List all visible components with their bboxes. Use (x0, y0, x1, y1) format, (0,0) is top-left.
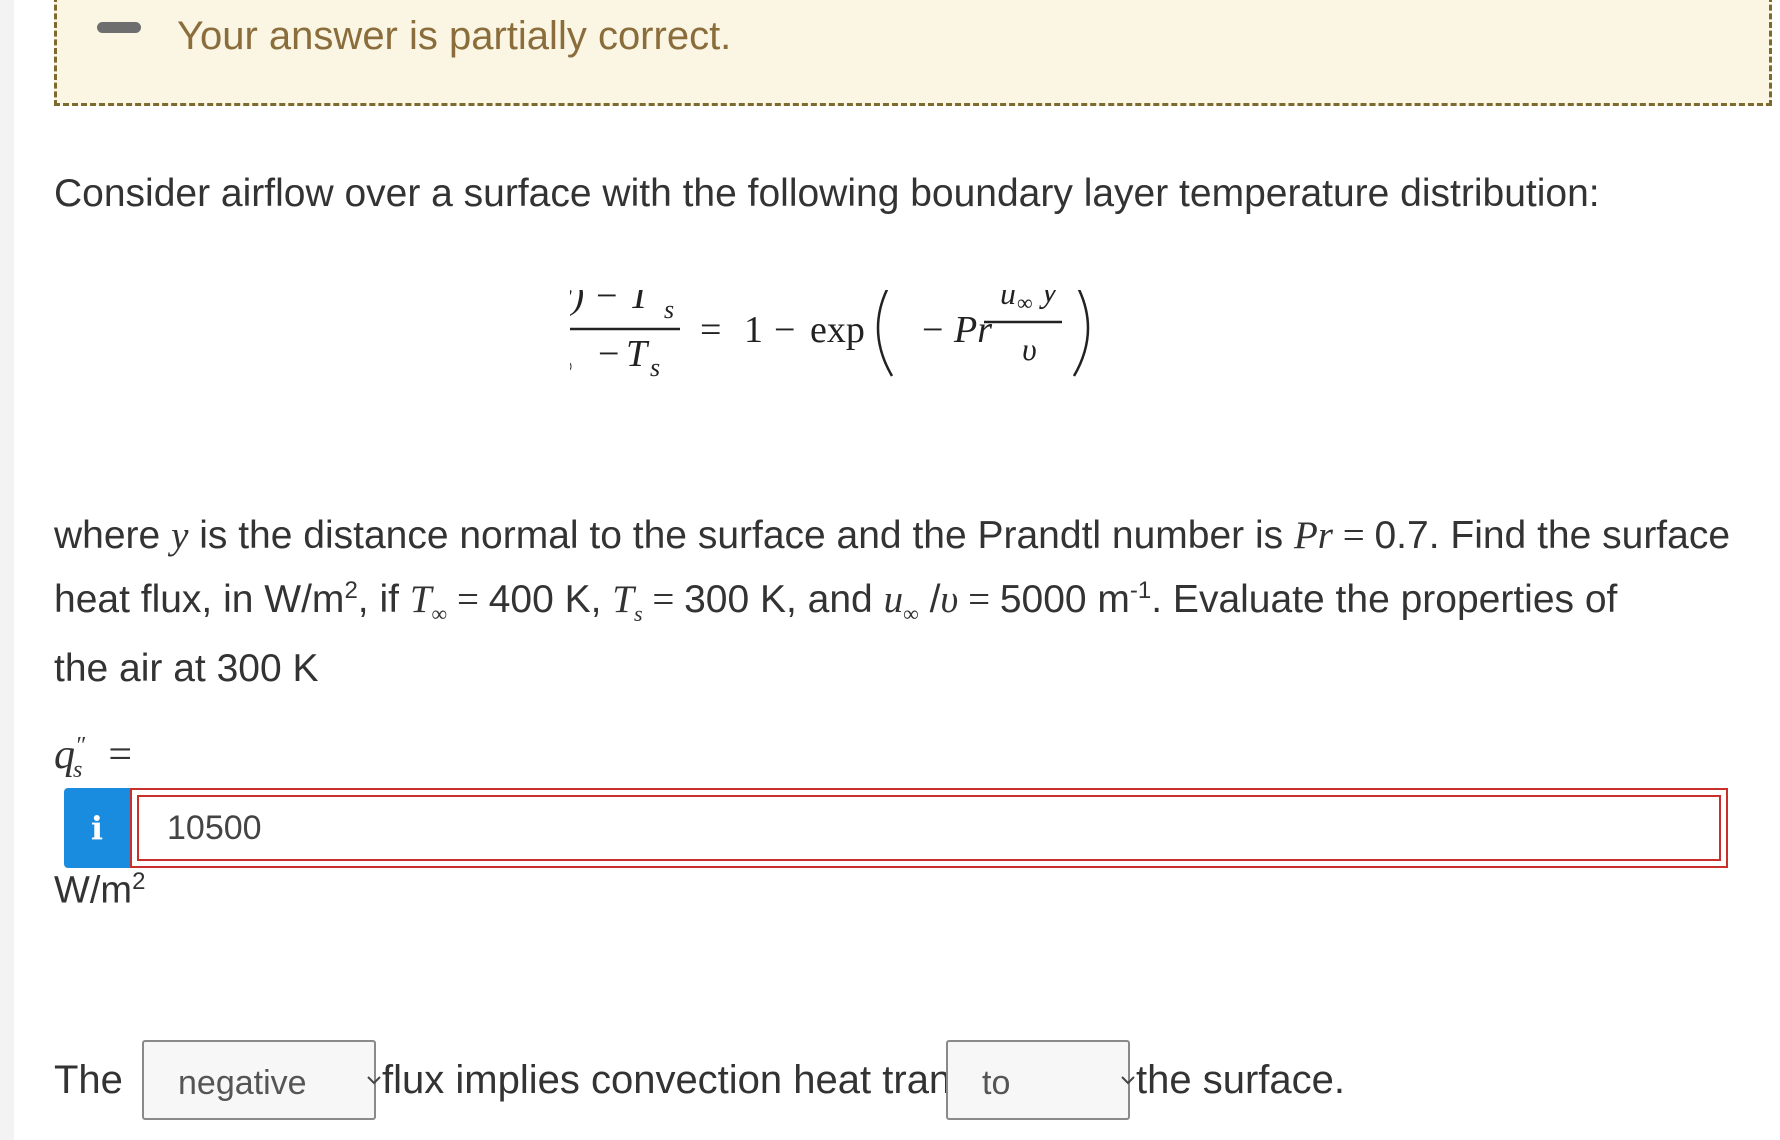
sentence-word-the: The (54, 1058, 123, 1102)
eq-exp: exp (810, 309, 865, 351)
eq-equals: = (700, 309, 721, 351)
text-segment: 0.7. Find the surface (1374, 514, 1731, 557)
superscript: 2 (344, 577, 358, 604)
var-pr: Pr (1293, 514, 1333, 557)
eq-pr: Pr (953, 309, 992, 351)
text-segment: 5000 m (999, 578, 1130, 621)
var-t-inf: T (409, 578, 432, 621)
equals-sign: = (958, 578, 1000, 621)
heat-flux-symbol: q″s = (54, 730, 132, 784)
eq-denominator-minus: − (598, 333, 619, 375)
superscript: -1 (1129, 577, 1152, 604)
text-segment: . Evaluate the properties of (1151, 578, 1618, 621)
eq-left-paren (876, 279, 894, 377)
var-u-inf: u (883, 578, 904, 621)
text-segment: 400 K, (488, 578, 613, 621)
var-t-s: T (612, 578, 634, 621)
temperature-distribution-equation: T (y) − T s T ∞ − T s = 1 − exp − Pr u ∞… (512, 273, 1260, 440)
eq-minus: − (774, 309, 795, 351)
equals-sign: = (108, 732, 133, 778)
status-message: Your answer is partially correct. (177, 14, 732, 58)
chevron-down-icon (1121, 1076, 1135, 1085)
direction-select-value: to (982, 1064, 1011, 1102)
eq-inner-num-sub: ∞ (1017, 290, 1033, 315)
problem-line-3: the air at 300 K (54, 646, 319, 690)
problem-statement: where y is the distance normal to the su… (54, 508, 1764, 696)
sentence-middle-text: flux implies convection heat transfer (382, 1058, 1018, 1102)
subscript: s (634, 600, 643, 626)
info-icon[interactable]: i (64, 788, 130, 868)
unit-label: W/m2 (54, 868, 145, 913)
unit-superscript: 2 (132, 868, 146, 895)
answer-row: i (64, 788, 1728, 868)
text-segment: is the distance normal to the surface an… (188, 514, 1294, 557)
partial-correct-banner: Your answer is partially correct. (54, 0, 1772, 106)
eq-denominator-a-sub: ∞ (570, 351, 573, 380)
question-intro: Consider airflow over a surface with the… (54, 172, 1600, 215)
text-segment: heat flux, in W/m (54, 578, 345, 621)
text-segment: 300 K, and (684, 578, 884, 621)
flux-sign-select[interactable]: negative (142, 1040, 381, 1120)
heat-flux-answer-input[interactable] (137, 795, 1721, 861)
equals-sign: = (642, 578, 685, 621)
flux-sign-select-value: negative (178, 1064, 307, 1102)
text-segment: , if (357, 578, 410, 621)
eq-inner-den: υ (1022, 331, 1037, 367)
eq-denominator-b-sub: s (650, 353, 660, 382)
chevron-down-icon (367, 1076, 381, 1085)
sentence-end-text: the surface. (1136, 1058, 1346, 1102)
problem-line-1: where y is the distance normal to the su… (54, 508, 1764, 563)
symbol-double-prime: ″ (75, 733, 85, 759)
equals-sign: = (1332, 514, 1375, 557)
equals-sign: = (447, 578, 489, 621)
partial-status-icon (97, 22, 141, 33)
text-segment: / (918, 578, 941, 621)
subscript: ∞ (903, 600, 919, 626)
eq-right-paren (1072, 279, 1090, 377)
answer-field-frame (130, 788, 1728, 868)
eq-numerator: T (y) − T (570, 290, 653, 317)
symbol-q: q (54, 732, 75, 778)
unit-text: W/m (54, 869, 133, 912)
equation-svg: T (y) − T s T ∞ − T s = 1 − exp − Pr u ∞… (512, 273, 1090, 382)
flux-direction-sentence: The negative flux implies convection hea… (54, 1040, 1754, 1124)
eq-inner-num-y: y (1039, 290, 1058, 310)
problem-line-2: heat flux, in W/m2, if T∞ = 400 K, Ts = … (54, 563, 1764, 641)
eq-numerator-sub: s (664, 295, 674, 324)
var-nu: υ (940, 578, 959, 621)
heat-transfer-direction-select[interactable]: to (946, 1040, 1135, 1120)
eq-inner-num: u (1000, 290, 1016, 311)
var-y: y (171, 514, 189, 557)
eq-inner-minus: − (922, 309, 943, 351)
eq-one: 1 (744, 309, 763, 351)
left-gutter (0, 0, 14, 1140)
subscript: ∞ (431, 600, 448, 626)
text-segment: where (54, 514, 172, 557)
eq-denominator-b: T (626, 333, 650, 375)
symbol-sub-s: s (73, 757, 83, 784)
